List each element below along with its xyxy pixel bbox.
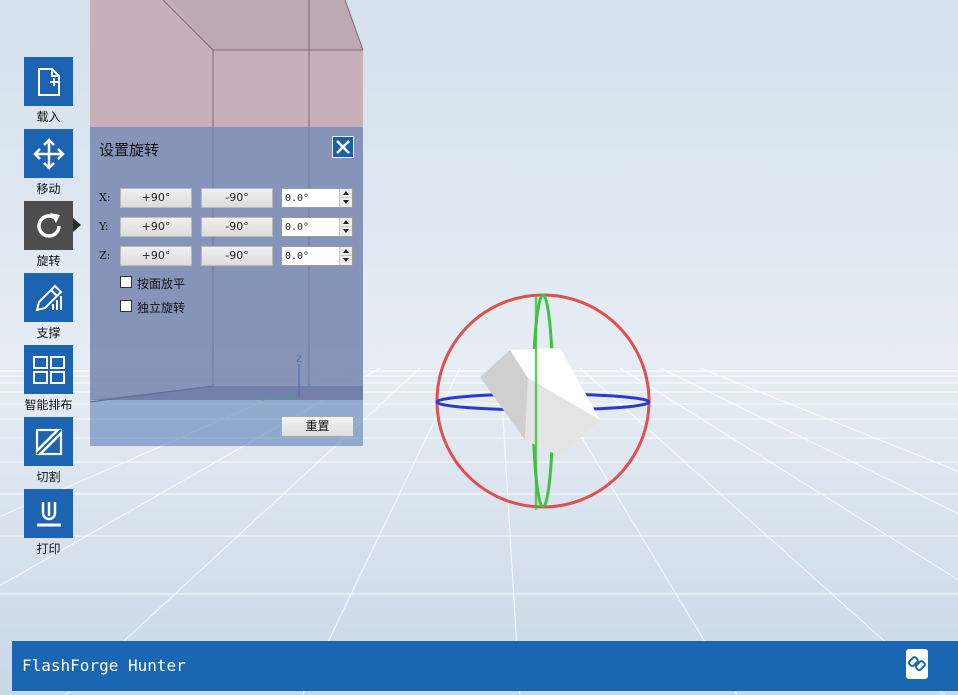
z-minus-90-button[interactable]: -90°	[201, 246, 273, 266]
status-bar: FlashForge Hunter	[12, 641, 958, 691]
z-angle-input[interactable]	[283, 248, 339, 264]
support-pencil-icon	[33, 282, 65, 314]
tool-rotate[interactable]: 旋转	[24, 201, 73, 267]
app-name: FlashForge Hunter	[22, 656, 186, 675]
independent-rotate-label: 独立旋转	[137, 299, 185, 316]
tool-rotate-label: 旋转	[14, 252, 83, 269]
tool-smart-layout-label: 智能排布	[14, 396, 83, 413]
x-angle-stepper[interactable]	[281, 188, 353, 208]
lay-flat-label: 按面放平	[137, 275, 185, 292]
panel-title: 设置旋转	[99, 139, 159, 160]
y-angle-input[interactable]	[283, 219, 339, 235]
lay-flat-checkbox[interactable]	[120, 276, 132, 288]
tool-load-label: 载入	[14, 108, 83, 125]
axis-label-z: Z:	[99, 249, 110, 262]
close-icon	[333, 137, 353, 157]
z-angle-stepper[interactable]	[281, 246, 353, 266]
tool-move-label: 移动	[14, 180, 83, 197]
rotate-icon	[33, 210, 65, 242]
z-plus-90-button[interactable]: +90°	[120, 246, 192, 266]
y-angle-up-icon[interactable]	[340, 218, 352, 227]
tool-load[interactable]: 载入	[24, 57, 73, 123]
x-angle-up-icon[interactable]	[340, 189, 352, 198]
move-arrows-icon	[32, 137, 66, 171]
independent-rotate-checkbox[interactable]	[120, 300, 132, 312]
y-angle-stepper[interactable]	[281, 217, 353, 237]
x-minus-90-button[interactable]: -90°	[201, 188, 273, 208]
x-angle-down-icon[interactable]	[340, 198, 352, 207]
tool-move[interactable]: 移动	[24, 129, 73, 195]
tool-support-label: 支撑	[14, 324, 83, 341]
x-plus-90-button[interactable]: +90°	[120, 188, 192, 208]
cut-icon	[34, 427, 64, 457]
tool-print-label: 打印	[14, 540, 83, 557]
active-indicator-icon	[73, 218, 81, 232]
grid-layout-icon	[32, 355, 66, 385]
y-angle-down-icon[interactable]	[340, 227, 352, 236]
reset-button[interactable]: 重置	[281, 416, 354, 437]
print-icon	[34, 499, 64, 529]
tool-print[interactable]: 打印	[24, 489, 73, 555]
tool-smart-layout[interactable]: 智能排布	[24, 345, 73, 411]
tool-support[interactable]: 支撑	[24, 273, 73, 339]
z-angle-up-icon[interactable]	[340, 247, 352, 256]
tool-cut-label: 切割	[14, 468, 83, 485]
close-button[interactable]	[332, 136, 354, 158]
axis-label-y: Y:	[99, 220, 109, 233]
load-file-icon	[36, 67, 62, 97]
tool-cut[interactable]: 切割	[24, 417, 73, 483]
y-minus-90-button[interactable]: -90°	[201, 217, 273, 237]
y-plus-90-button[interactable]: +90°	[120, 217, 192, 237]
x-angle-input[interactable]	[283, 190, 339, 206]
link-icon[interactable]	[906, 649, 928, 679]
z-angle-down-icon[interactable]	[340, 256, 352, 265]
rotate-settings-panel: 设置旋转 X: +90° -90° Y: +90° -90° Z:	[90, 127, 363, 446]
axis-label-x: X:	[99, 191, 111, 204]
